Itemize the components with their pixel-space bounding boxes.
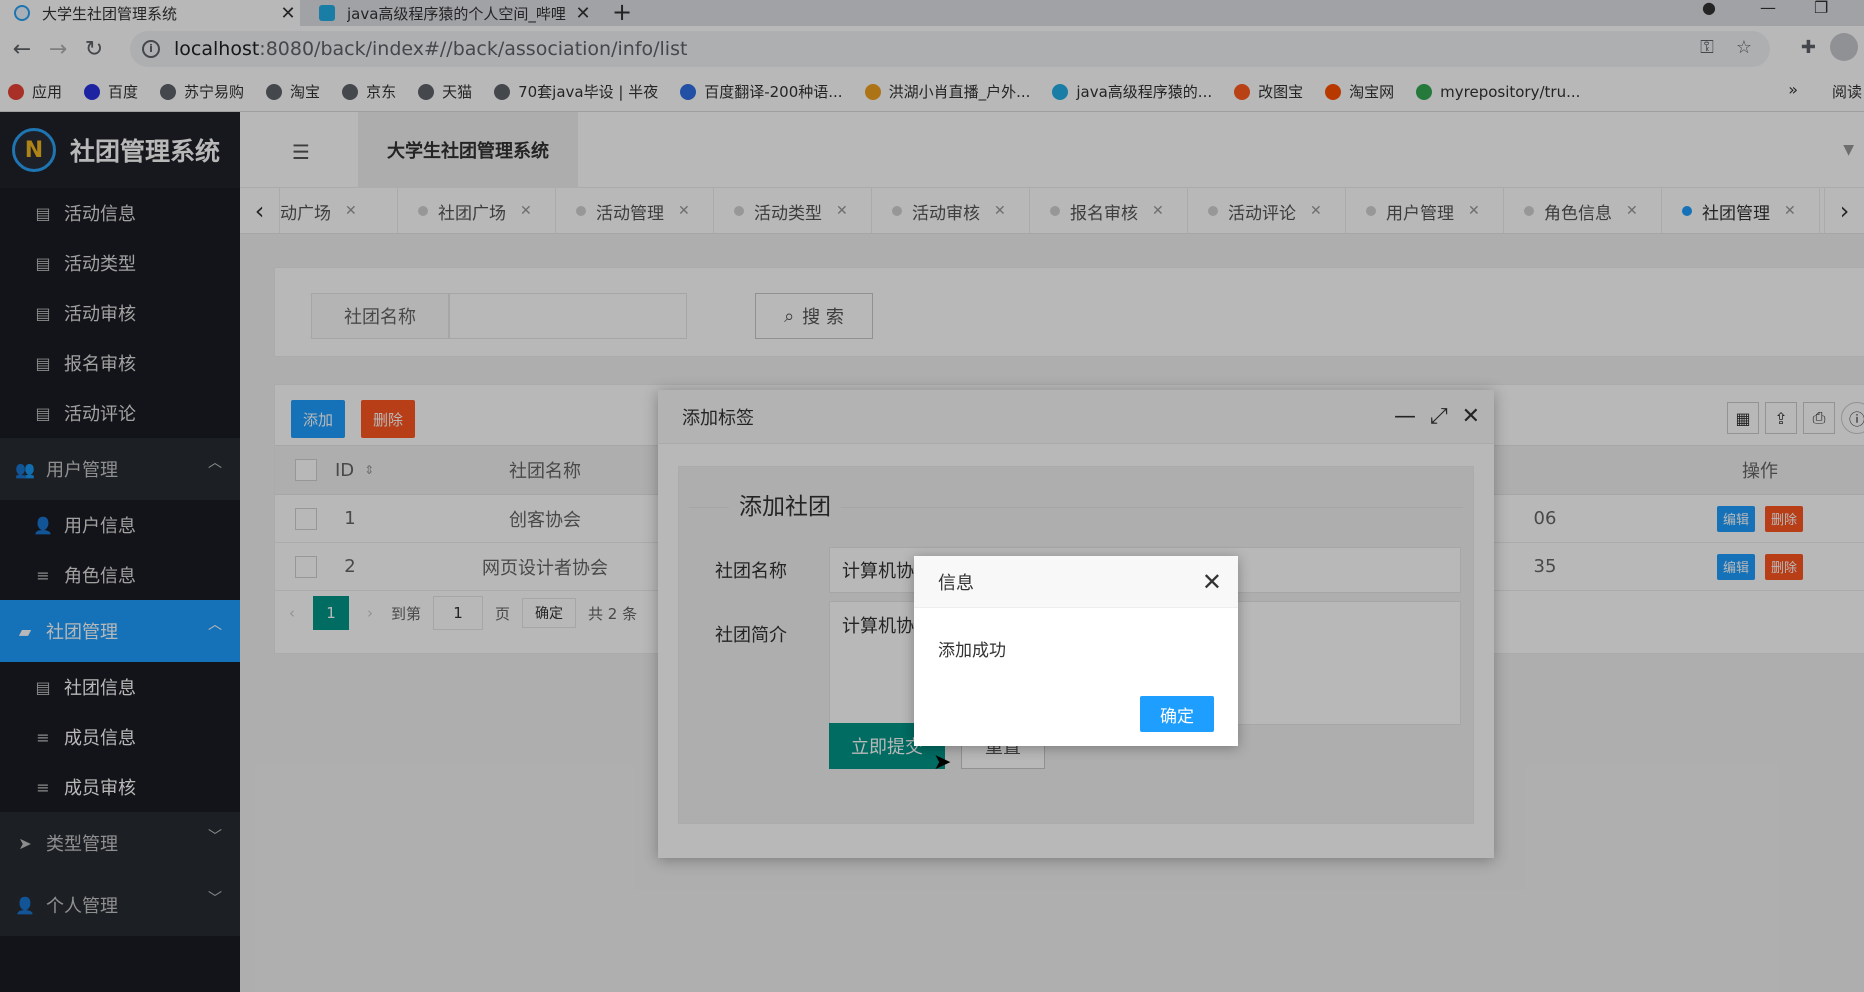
dialog-title: 信息 (938, 572, 974, 594)
dialog-ok-button[interactable]: 确定 (1140, 696, 1214, 732)
mouse-cursor-icon: ➤ (933, 750, 952, 775)
dialog-message: 添加成功 (938, 641, 1006, 661)
info-dialog: 信息 ✕ 添加成功 确定 (914, 556, 1238, 746)
dialog-header: 信息 ✕ (914, 556, 1238, 608)
close-icon[interactable]: ✕ (1202, 568, 1222, 596)
